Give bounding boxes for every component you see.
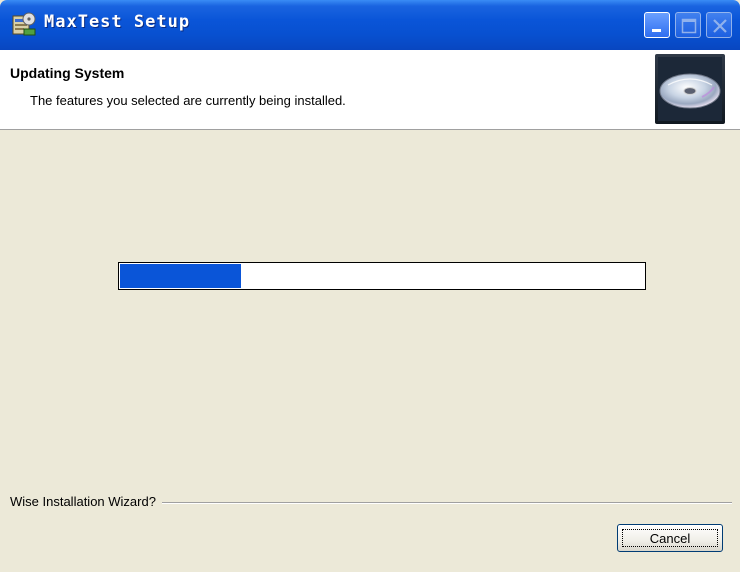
setup-window: MaxTest Setup Updating System The featur… <box>0 0 740 572</box>
maximize-button[interactable] <box>675 12 701 38</box>
install-progress-bar <box>118 262 646 290</box>
cancel-button[interactable]: Cancel <box>617 524 723 552</box>
minimize-icon <box>652 29 661 32</box>
title-bar[interactable]: MaxTest Setup <box>0 0 740 50</box>
window-title: MaxTest Setup <box>44 12 191 32</box>
close-icon <box>713 19 727 33</box>
header-panel: Updating System The features you selecte… <box>0 50 740 130</box>
installer-icon <box>12 12 36 36</box>
progress-bar-fill <box>120 264 241 288</box>
page-title: Updating System <box>10 65 125 81</box>
close-button[interactable] <box>706 12 732 38</box>
cd-icon <box>655 54 725 124</box>
page-description: The features you selected are currently … <box>30 93 346 108</box>
minimize-button[interactable] <box>644 12 670 38</box>
maximize-icon <box>681 18 697 34</box>
cancel-button-label: Cancel <box>649 530 691 546</box>
wizard-label: Wise Installation Wizard? <box>10 494 162 509</box>
